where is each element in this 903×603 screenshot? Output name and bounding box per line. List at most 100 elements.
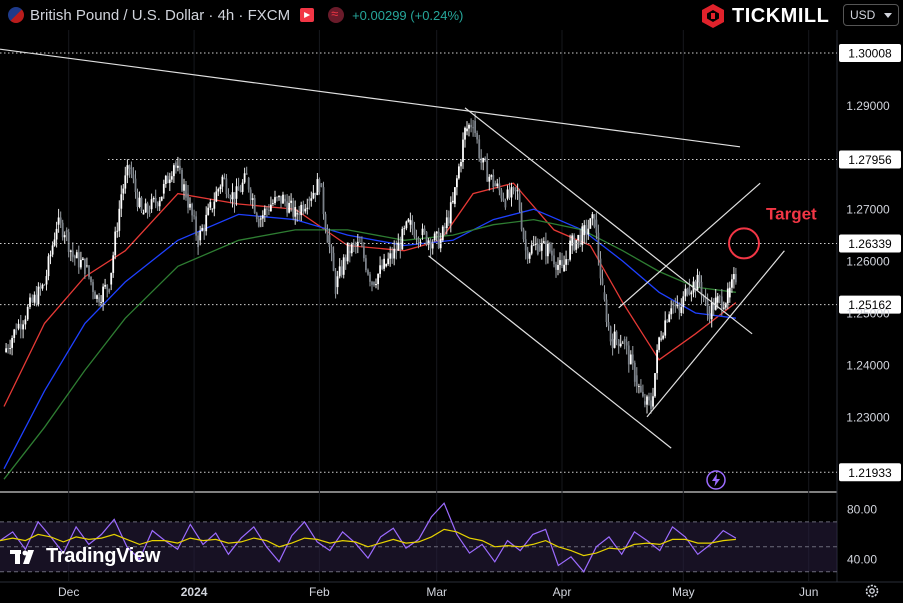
candle-body (597, 232, 600, 259)
candle-body (690, 292, 693, 295)
indicator-icon[interactable] (328, 6, 345, 23)
tickmill-brand: TICKMILL (700, 2, 829, 30)
candle-body (524, 239, 527, 251)
price-tick-label: 1.27000 (846, 203, 890, 217)
candle-body (237, 186, 240, 191)
symbol-title[interactable]: British Pound / U.S. Dollar · 4h · FXCM (30, 7, 290, 24)
candle-body (510, 187, 513, 198)
price-change: +0.00299 (+0.24%) (352, 7, 464, 23)
candle-body (221, 176, 224, 187)
candle-body (33, 294, 36, 303)
candle-body (94, 292, 96, 299)
candle-body (482, 158, 485, 163)
candle-body (429, 240, 432, 249)
candle-body (698, 274, 701, 283)
candle-body (278, 195, 280, 198)
candle-body (166, 175, 169, 183)
candle-body (371, 281, 373, 285)
gbp-usd-icon (8, 7, 24, 23)
candle-body (361, 245, 363, 247)
candle-body (26, 306, 29, 320)
candle-body (652, 396, 654, 407)
price-level-label: 1.30008 (848, 47, 892, 61)
candle-body (508, 189, 511, 198)
candle-body (670, 308, 673, 315)
candle-body (84, 258, 86, 274)
candle-body (540, 243, 543, 251)
candle-body (73, 255, 76, 259)
currency-select[interactable]: USD (843, 4, 899, 26)
candle-body (126, 165, 129, 176)
candle-body (92, 282, 94, 292)
candle-body (24, 319, 27, 325)
candle-body (308, 198, 311, 201)
candle-body (567, 259, 569, 260)
candle-body (724, 303, 727, 308)
candle-body (261, 215, 264, 219)
candle-body (75, 252, 78, 259)
candle-body (528, 253, 531, 259)
candle-body (365, 258, 367, 271)
candle-body (164, 175, 167, 184)
candle-body (193, 215, 195, 217)
settings-gear-icon[interactable] (864, 583, 880, 599)
candle-body (656, 349, 658, 374)
tradingview-watermark: TradingView (10, 545, 160, 568)
candle-body (207, 207, 210, 215)
candle-body (136, 192, 139, 207)
candle-body (227, 194, 230, 198)
candle-body (720, 296, 723, 309)
candle-body (696, 274, 699, 291)
chart-background (0, 0, 903, 603)
candle-body (433, 233, 436, 241)
candle-body (140, 197, 143, 212)
lightning-icon[interactable] (706, 470, 726, 490)
candle-body (526, 250, 529, 259)
target-label: Target (766, 204, 817, 223)
candle-body (19, 323, 22, 330)
candle-body (132, 174, 135, 179)
candle-body (635, 375, 638, 387)
candle-body (344, 257, 347, 262)
candle-body (664, 320, 667, 336)
candle-body (648, 396, 650, 401)
candle-body (411, 220, 414, 229)
candle-body (595, 219, 598, 233)
price-chart[interactable]: Target 1.30008 1.29000 1.27956 1.27000 1.263… (0, 0, 903, 603)
candle-body (22, 324, 24, 330)
candle-body (326, 229, 329, 243)
flag-icon[interactable] (300, 8, 315, 22)
candle-body (638, 386, 640, 387)
candle-body (9, 348, 11, 349)
candle-body (549, 244, 551, 252)
candle-body (5, 348, 7, 352)
candle-body (225, 178, 228, 194)
candle-body (300, 204, 303, 216)
candle-body (367, 270, 369, 275)
candle-body (609, 326, 612, 342)
candle-body (284, 198, 286, 202)
candle-body (466, 128, 468, 132)
candle-body (377, 273, 379, 285)
candle-body (306, 207, 309, 209)
candle-body (177, 165, 179, 168)
candle-body (373, 281, 375, 286)
tickmill-logo-icon (702, 4, 724, 28)
candle-body (67, 232, 70, 252)
candle-body (154, 198, 157, 203)
candle-body (263, 208, 266, 215)
candle-body (678, 304, 681, 311)
candle-body (31, 297, 34, 302)
candle-body (518, 193, 521, 211)
candle-body (684, 288, 687, 297)
candle-body (197, 235, 199, 248)
tradingview-logo-icon (10, 549, 34, 564)
candle-body (474, 120, 476, 133)
candle-body (668, 314, 671, 322)
candle-body (589, 218, 592, 229)
candle-body (359, 241, 361, 243)
time-tick-label: Dec (58, 585, 79, 599)
candle-body (183, 184, 185, 191)
candle-body (551, 250, 553, 256)
candle-body (257, 219, 260, 227)
